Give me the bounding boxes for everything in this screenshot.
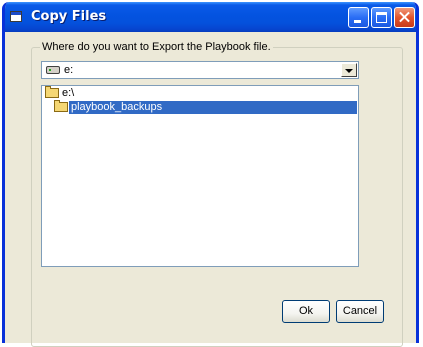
maximize-icon: [376, 12, 387, 23]
window-icon[interactable]: [10, 11, 22, 22]
minimize-icon: [354, 20, 361, 23]
drive-select[interactable]: e:: [41, 61, 359, 79]
close-icon: [395, 8, 414, 27]
title-bar[interactable]: Copy Files: [5, 2, 416, 32]
minimize-button[interactable]: [348, 7, 369, 28]
cancel-button[interactable]: Cancel: [336, 300, 384, 323]
list-item-drive-root[interactable]: e:\: [43, 86, 357, 100]
folder-label: playbook_backups: [69, 101, 357, 114]
open-folder-icon: [54, 100, 68, 112]
drive-icon: [46, 66, 60, 74]
close-button[interactable]: [394, 7, 415, 28]
drive-select-value: e:: [64, 64, 74, 76]
folder-list[interactable]: e:\ playbook_backups: [41, 85, 359, 267]
maximize-button[interactable]: [371, 7, 392, 28]
list-item-playbook-backups[interactable]: playbook_backups: [43, 100, 357, 114]
ok-button[interactable]: Ok: [282, 300, 330, 323]
folder-label: e:\: [62, 87, 75, 99]
open-folder-icon: [45, 86, 59, 98]
chevron-down-icon[interactable]: [341, 63, 357, 77]
group-label: Where do you want to Export the Playbook…: [40, 41, 273, 53]
window-title: Copy Files: [31, 9, 107, 24]
